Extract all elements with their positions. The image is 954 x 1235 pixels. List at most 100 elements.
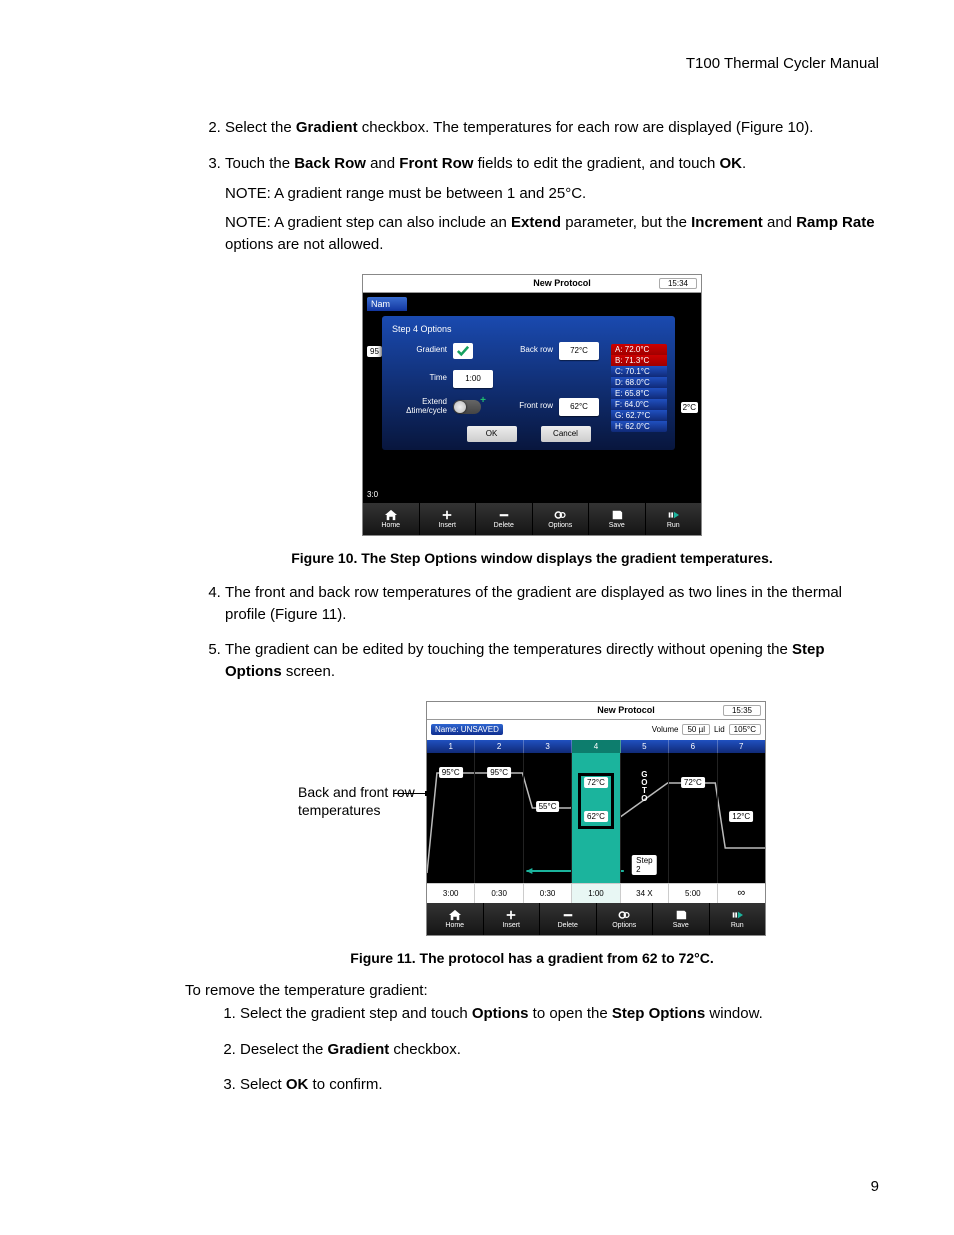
ok-button[interactable]: OK [467, 426, 517, 442]
time-cell[interactable]: 3:00 [427, 883, 475, 903]
note-2: NOTE: A gradient step can also include a… [225, 212, 879, 256]
time-cell[interactable]: 5:00 [669, 883, 717, 903]
step-header[interactable]: 3 [524, 740, 572, 753]
step-col[interactable]: 55°C [524, 753, 572, 883]
cancel-button[interactable]: Cancel [541, 426, 591, 442]
step-header[interactable]: 2 [475, 740, 523, 753]
temp-box[interactable]: 72°C [681, 777, 705, 788]
insert-button[interactable]: Insert [420, 503, 477, 535]
delete-button[interactable]: Delete [540, 903, 597, 935]
gradient-checkbox[interactable] [453, 343, 473, 359]
extend-toggle[interactable]: + [453, 400, 481, 414]
time-cell[interactable]: 0:30 [475, 883, 523, 903]
time-cell[interactable]: 1:00 [572, 883, 620, 903]
side-temp-right: 2°C [681, 402, 698, 413]
text: checkbox. The temperatures for each row … [358, 119, 814, 136]
insert-button[interactable]: Insert [484, 903, 541, 935]
step-2: Select the Gradient checkbox. The temper… [225, 117, 879, 139]
figure-10-caption: Figure 10. The Step Options window displ… [185, 550, 879, 566]
home-button[interactable]: Home [427, 903, 484, 935]
step-col[interactable]: GOTO Step 2 [621, 753, 669, 883]
thermal-profile: 95°C 95°C 55°C 72°C 62°C GOTO Step 2 72°… [427, 753, 765, 883]
name-stub: Nam [367, 297, 407, 311]
back-row-field[interactable]: 72°C [559, 342, 599, 360]
save-button[interactable]: Save [589, 503, 646, 535]
volume-field[interactable]: 50 µl [682, 724, 710, 735]
page-number: 9 [871, 1178, 879, 1195]
step-col[interactable]: 95°C [427, 753, 475, 883]
time-label: Time [392, 374, 447, 383]
side-time: 3:0 [367, 490, 378, 499]
step-3: Touch the Back Row and Front Row fields … [225, 153, 879, 256]
goto-step-field[interactable]: Step 2 [632, 855, 656, 875]
volume-label: Volume [652, 725, 679, 734]
side-temp: 95 [367, 346, 382, 357]
step-col-selected[interactable]: 72°C 62°C [572, 753, 620, 883]
front-row-label: Front row [498, 402, 553, 411]
text: fields to edit the gradient, and touch [473, 155, 719, 172]
step-4: The front and back row temperatures of t… [225, 582, 879, 626]
temp-box-front[interactable]: 62°C [584, 811, 608, 822]
device-toolbar: Home Insert Delete Options Save Run [427, 903, 765, 935]
time-row: 3:00 0:30 0:30 1:00 34 X 5:00 ∞ [427, 883, 765, 903]
text: . [742, 155, 746, 172]
front-row-field[interactable]: 62°C [559, 398, 599, 416]
step-col[interactable]: 72°C [669, 753, 717, 883]
goto-label: GOTO [641, 771, 647, 803]
text: and [366, 155, 399, 172]
window-title: New Protocol [435, 278, 689, 288]
step-header-row: 1 2 3 4 5 6 7 [427, 740, 765, 753]
temp-box[interactable]: 12°C [729, 811, 753, 822]
bold: Gradient [296, 119, 358, 136]
lid-label: Lid [714, 725, 725, 734]
time-cell[interactable]: ∞ [718, 883, 765, 903]
temp-box-back[interactable]: 72°C [584, 777, 608, 788]
bold: Front Row [399, 155, 473, 172]
removal-step-1: Select the gradient step and touch Optio… [240, 1003, 879, 1025]
figure-11-callout: Back and front row temperatures [298, 701, 418, 819]
bold: OK [719, 155, 742, 172]
bold: Back Row [294, 155, 366, 172]
temp-box[interactable]: 95°C [439, 767, 463, 778]
step-header[interactable]: 5 [621, 740, 669, 753]
run-button[interactable]: Run [710, 903, 766, 935]
home-button[interactable]: Home [363, 503, 420, 535]
figure-10-screenshot: New Protocol 15:34 Nam 95 2°C 3:0 Step 4… [362, 274, 702, 536]
options-button[interactable]: Options [597, 903, 654, 935]
time-cell[interactable]: 34 X [621, 883, 669, 903]
text: Select the [225, 119, 296, 136]
header-row: Name: UNSAVED Volume 50 µl Lid 105°C [427, 720, 765, 740]
time-field[interactable]: 1:00 [453, 370, 493, 388]
temp-box[interactable]: 55°C [536, 801, 560, 812]
save-button[interactable]: Save [653, 903, 710, 935]
step-col[interactable]: 12°C [718, 753, 765, 883]
instruction-list-top: Select the Gradient checkbox. The temper… [185, 117, 879, 256]
step-options-popup: Step 4 Options Gradient Back row 72°C Ti… [382, 316, 675, 450]
step-col[interactable]: 95°C [475, 753, 523, 883]
extend-label: Extend Δtime/cycle [392, 398, 447, 416]
back-row-label: Back row [498, 346, 553, 355]
figure-11-caption: Figure 11. The protocol has a gradient f… [185, 950, 879, 966]
temp-box[interactable]: 95°C [487, 767, 511, 778]
removal-step-2: Deselect the Gradient checkbox. [240, 1039, 879, 1061]
instruction-list-mid: The front and back row temperatures of t… [185, 582, 879, 683]
options-button[interactable]: Options [533, 503, 590, 535]
popup-title: Step 4 Options [392, 324, 665, 334]
time-cell[interactable]: 0:30 [524, 883, 572, 903]
window-title: New Protocol [499, 705, 753, 715]
step-header[interactable]: 6 [669, 740, 717, 753]
step-header[interactable]: 7 [718, 740, 765, 753]
figure-11-screenshot: New Protocol 15:35 Name: UNSAVED Volume … [426, 701, 766, 936]
removal-intro: To remove the temperature gradient: [185, 982, 879, 999]
protocol-name-field[interactable]: Name: UNSAVED [431, 724, 503, 735]
step-header[interactable]: 1 [427, 740, 475, 753]
text: Touch the [225, 155, 294, 172]
device-toolbar: Home Insert Delete Options Save Run [363, 503, 701, 535]
step-header[interactable]: 4 [572, 740, 620, 753]
delete-button[interactable]: Delete [476, 503, 533, 535]
lid-field[interactable]: 105°C [729, 724, 761, 735]
note-1: NOTE: A gradient range must be between 1… [225, 183, 879, 205]
run-button[interactable]: Run [646, 503, 702, 535]
page-header: T100 Thermal Cycler Manual [185, 55, 879, 72]
gradient-label: Gradient [392, 346, 447, 355]
